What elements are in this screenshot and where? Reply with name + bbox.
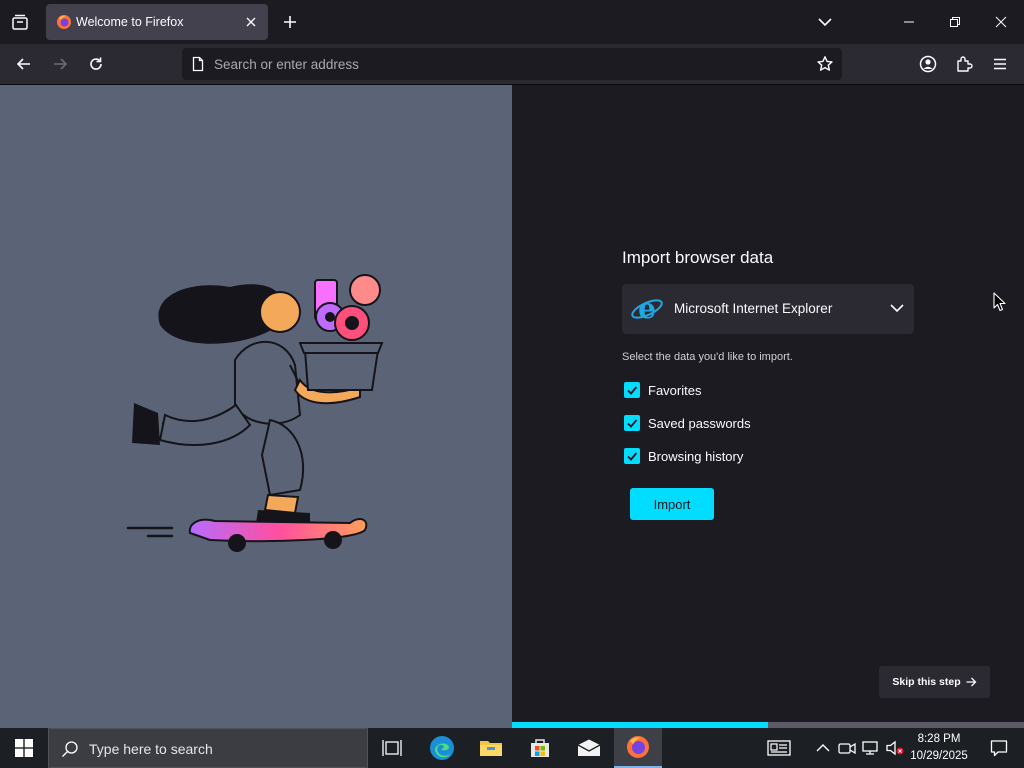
navigation-toolbar: [0, 44, 1024, 85]
star-icon[interactable]: [816, 55, 834, 73]
forward-icon: [54, 58, 68, 70]
extensions-button[interactable]: [950, 50, 978, 78]
plus-icon: [284, 16, 296, 28]
folder-icon: [480, 741, 502, 756]
back-button[interactable]: [10, 50, 38, 78]
reload-icon: [90, 57, 102, 70]
start-button[interactable]: [0, 728, 48, 768]
network-button[interactable]: [862, 739, 880, 757]
saved-passwords-label: Saved passwords: [648, 416, 751, 431]
app-menu-button[interactable]: [986, 50, 1014, 78]
address-bar[interactable]: [182, 48, 842, 80]
show-hidden-icons-button[interactable]: [814, 739, 832, 757]
close-window-button[interactable]: [978, 0, 1024, 44]
firefox-taskbar-button[interactable]: [614, 728, 662, 768]
chevron-down-icon: [818, 18, 832, 27]
edge-icon: [430, 736, 454, 760]
skip-step-label: Skip this step: [892, 676, 961, 688]
page-icon: [192, 56, 204, 72]
saved-passwords-checkbox[interactable]: [624, 415, 640, 431]
news-button[interactable]: [766, 739, 792, 757]
task-view-button[interactable]: [368, 728, 416, 768]
news-icon: [767, 740, 791, 756]
check-icon: [627, 452, 638, 461]
import-hint: Select the data you'd like to import.: [622, 351, 793, 363]
taskbar-search-placeholder: Type here to search: [89, 741, 213, 757]
url-input[interactable]: [214, 54, 804, 74]
import-button[interactable]: Import: [630, 488, 714, 520]
skip-step-button[interactable]: Skip this step: [879, 666, 990, 698]
reload-button[interactable]: [82, 50, 110, 78]
account-icon: [919, 55, 937, 73]
meet-icon: [838, 742, 856, 755]
import-panel: Import browser data e Microsoft Internet…: [512, 85, 1024, 728]
clock[interactable]: 8:28 PM 10/29/2025: [906, 731, 972, 765]
taskbar-search[interactable]: Type here to search: [48, 728, 368, 768]
tab-close-button[interactable]: [242, 13, 260, 31]
chevron-up-icon: [816, 744, 830, 752]
account-button[interactable]: [914, 50, 942, 78]
store-button[interactable]: [516, 728, 564, 768]
arrow-right-icon: [966, 677, 977, 687]
windows-icon: [15, 739, 33, 757]
clock-time: 8:28 PM: [917, 733, 961, 745]
svg-text:e: e: [638, 292, 656, 325]
favorites-checkbox[interactable]: [624, 382, 640, 398]
import-title: Import browser data: [622, 248, 774, 267]
mail-icon: [577, 739, 601, 756]
volume-button[interactable]: [886, 739, 904, 757]
favorites-label: Favorites: [648, 383, 702, 398]
store-icon: [531, 739, 549, 757]
action-center-button[interactable]: [976, 728, 1022, 768]
selected-browser: Microsoft Internet Explorer: [674, 301, 833, 316]
list-all-tabs-button[interactable]: [812, 9, 838, 35]
edge-taskbar-button[interactable]: [418, 728, 466, 768]
firefox-icon: [57, 15, 71, 29]
check-icon: [627, 419, 638, 428]
forward-button[interactable]: [46, 50, 74, 78]
restore-icon: [950, 17, 960, 27]
taskbar: Type here to search 8:28 PM 10/29/2025: [0, 728, 1024, 768]
file-explorer-button[interactable]: [467, 728, 515, 768]
mail-button[interactable]: [565, 728, 613, 768]
browsing-history-checkbox[interactable]: [624, 448, 640, 464]
back-icon: [16, 58, 30, 70]
tab-title: Welcome to Firefox: [76, 15, 184, 29]
mouse-cursor: [993, 292, 1006, 312]
minimize-button[interactable]: [886, 0, 932, 44]
network-icon: [862, 741, 878, 755]
browser-select[interactable]: e Microsoft Internet Explorer: [622, 284, 914, 334]
tab-list-icon: [12, 14, 28, 30]
clock-date: 10/29/2025: [910, 750, 968, 762]
browsing-history-label: Browsing history: [648, 449, 744, 464]
skateboarder-illustration: [126, 274, 384, 552]
ie-icon: e: [631, 292, 663, 325]
tab-welcome[interactable]: Welcome to Firefox: [46, 4, 268, 40]
firefox-icon: [627, 736, 649, 758]
task-view-icon: [382, 740, 402, 756]
tab-list-button[interactable]: [6, 8, 34, 36]
chevron-down-icon: [890, 304, 904, 313]
meet-now-button[interactable]: [838, 739, 856, 757]
illustration-panel: [0, 85, 512, 728]
search-icon: [62, 741, 78, 757]
volume-icon: [886, 740, 904, 756]
check-icon: [627, 386, 638, 395]
close-icon: [246, 17, 256, 27]
minimize-icon: [904, 21, 914, 23]
menu-icon: [994, 58, 1006, 70]
restore-button[interactable]: [932, 0, 978, 44]
extensions-icon: [957, 56, 973, 72]
notification-icon: [990, 740, 1008, 757]
new-tab-button[interactable]: [278, 9, 302, 35]
tab-strip: Welcome to Firefox: [0, 0, 1024, 44]
close-icon: [995, 16, 1007, 28]
